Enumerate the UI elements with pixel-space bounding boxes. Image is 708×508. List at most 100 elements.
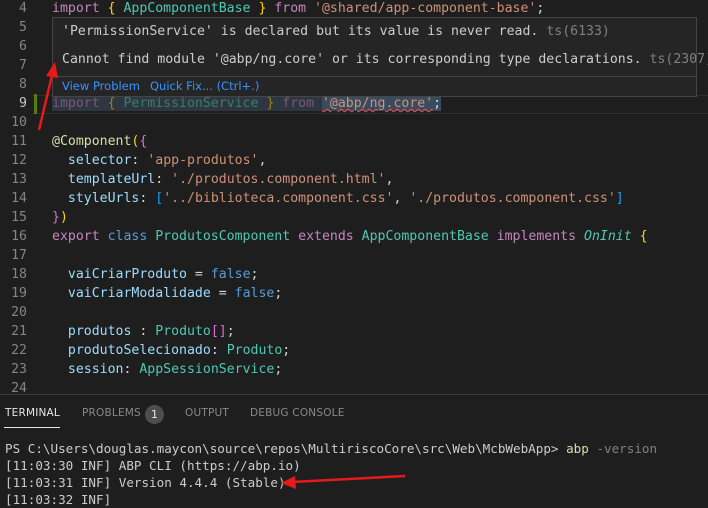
code-token: templateUrl: [67, 172, 156, 187]
code-token: Produto: [155, 324, 211, 339]
line-number: 6: [19, 39, 27, 54]
code-line[interactable]: 14 styleUrls: ['../biblioteca.component.…: [0, 189, 708, 208]
code-token: false: [210, 267, 251, 282]
code-token: {: [107, 1, 124, 16]
code-line[interactable]: 24: [0, 379, 708, 394]
code-token: }: [52, 210, 60, 225]
code-token: false: [234, 286, 275, 301]
tab-output[interactable]: OUTPUT: [185, 407, 229, 419]
terminal-prompt-line[interactable]: PS C:\Users\douglas.maycon\source\repos\…: [5, 440, 657, 457]
code-editor[interactable]: 4 import { AppComponentBase } from '@shar…: [0, 0, 708, 394]
line-number: 16: [11, 229, 27, 244]
code-token: ,: [258, 153, 267, 168]
line-number: 13: [11, 172, 27, 187]
code-line[interactable]: 15}): [0, 208, 708, 227]
code-token: './produtos.component.css': [409, 191, 616, 206]
code-token: ;: [433, 96, 442, 111]
terminal-log-line: [11:03:30 INF] ABP CLI (https://abp.io): [5, 458, 301, 473]
tab-problems[interactable]: PROBLEMS: [82, 407, 141, 419]
code-token: =: [210, 286, 235, 301]
code-token: selector: [67, 153, 132, 168]
code-token: './produtos.component.html': [171, 172, 386, 187]
code-token: '@abp/ng.core': [321, 96, 434, 111]
code-line[interactable]: 19 vaiCriarModalidade = false;: [0, 284, 708, 303]
terminal-prompt: PS C:\Users\douglas.maycon\source\repos\…: [5, 441, 559, 456]
code-token: implements: [496, 229, 584, 244]
line-number: 14: [11, 191, 27, 206]
line-number: 4: [19, 1, 27, 16]
line-number: 22: [11, 343, 27, 358]
view-problem-link[interactable]: View Problem: [62, 79, 140, 93]
bottom-panel: TERMINAL PROBLEMS 1 OUTPUT DEBUG CONSOLE…: [0, 394, 708, 507]
code-token: Produto: [226, 343, 283, 358]
tab-terminal[interactable]: TERMINAL: [5, 407, 60, 419]
code-token: =: [186, 267, 211, 282]
code-token: class: [107, 229, 156, 244]
code-token: {: [107, 96, 124, 111]
code-token: import: [52, 96, 108, 111]
code-token: ;: [226, 324, 235, 339]
hover-message-1: 'PermissionService' is declared but its …: [62, 24, 610, 39]
code-line[interactable]: 23 session: AppSessionService;: [0, 360, 708, 379]
quick-fix-link[interactable]: Quick Fix... (Ctrl+.): [150, 79, 259, 93]
code-token: :: [155, 172, 172, 187]
code-token: ;: [536, 1, 545, 16]
code-line[interactable]: 22 produtoSelecionado: Produto;: [0, 341, 708, 360]
code-token: PermissionService: [123, 96, 259, 111]
code-token: ;: [282, 343, 291, 358]
code-token: ,: [393, 191, 410, 206]
active-tab-indicator: [4, 427, 60, 428]
code-token: '@shared/app-component-base': [314, 1, 537, 16]
line-code: produtoSelecionado: Produto;: [52, 341, 290, 360]
code-token: vaiCriarProduto: [67, 267, 187, 282]
code-line[interactable]: 16 export class ProdutosComponent extends…: [0, 227, 708, 246]
diagnostic-hover-widget: 'PermissionService' is declared but its …: [52, 17, 708, 97]
code-token: :: [210, 343, 227, 358]
code-line[interactable]: 18 vaiCriarProduto = false;: [0, 265, 708, 284]
terminal-command-arg: -version: [596, 441, 658, 456]
code-line[interactable]: 17: [0, 246, 708, 265]
problems-count-badge: 1: [145, 405, 164, 424]
line-number: 18: [11, 267, 27, 282]
line-number: 20: [11, 305, 27, 320]
hover-separator: [53, 76, 696, 77]
code-token: ;: [250, 267, 259, 282]
code-token: OnInit: [584, 229, 640, 244]
code-line[interactable]: 13 templateUrl: './produtos.component.ht…: [0, 170, 708, 189]
code-token: []: [210, 324, 227, 339]
line-number: 17: [11, 248, 27, 263]
code-line[interactable]: 11 @Component({: [0, 132, 708, 151]
code-line[interactable]: 10: [0, 113, 708, 132]
code-line[interactable]: 20: [0, 303, 708, 322]
line-code: import { AppComponentBase } from '@share…: [52, 0, 544, 18]
code-token: ProdutosComponent: [155, 229, 299, 244]
line-code: produtos : Produto[];: [52, 322, 235, 341]
tab-debug-console[interactable]: DEBUG CONSOLE: [250, 407, 345, 419]
code-line[interactable]: 4 import { AppComponentBase } from '@shar…: [0, 0, 708, 18]
line-number: 11: [11, 134, 27, 149]
code-line[interactable]: 12 selector: 'app-produtos',: [0, 151, 708, 170]
line-number: 9: [19, 96, 27, 111]
code-token: from: [282, 96, 322, 111]
code-token: session: [67, 362, 124, 377]
line-code: styleUrls: ['../biblioteca.component.css…: [52, 189, 624, 208]
line-number: 23: [11, 362, 27, 377]
code-token: ]: [615, 191, 624, 206]
code-token: :: [139, 191, 156, 206]
code-line[interactable]: 21 produtos : Produto[];: [0, 322, 708, 341]
code-token: ;: [274, 362, 283, 377]
line-code: }): [52, 208, 68, 227]
code-token: :: [131, 324, 156, 339]
code-token: [: [155, 191, 164, 206]
panel-tabs: TERMINAL PROBLEMS 1 OUTPUT DEBUG CONSOLE: [0, 395, 708, 431]
code-token: AppComponentBase: [123, 1, 251, 16]
code-token: @: [52, 134, 60, 149]
code-token: Component: [59, 134, 132, 149]
code-token: :: [131, 153, 148, 168]
code-token: vaiCriarModalidade: [67, 286, 211, 301]
